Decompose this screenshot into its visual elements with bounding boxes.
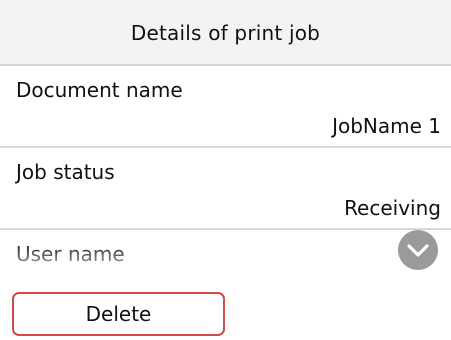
print-job-details-screen: Details of print job Document name JobNa… [0, 0, 451, 340]
page-title: Details of print job [130, 21, 321, 45]
detail-label: User name [16, 242, 125, 266]
chevron-down-icon [407, 244, 429, 257]
detail-row-document-name: Document name JobName 1 [0, 66, 451, 148]
detail-value: Receiving [344, 196, 441, 220]
detail-value: JobName 1 [332, 114, 441, 138]
detail-row-user-name: User name [0, 230, 451, 276]
footer: Delete [0, 278, 451, 340]
detail-label: Document name [16, 78, 183, 102]
delete-button[interactable]: Delete [12, 292, 225, 336]
title-bar: Details of print job [0, 0, 451, 66]
scroll-down-button[interactable] [398, 230, 438, 270]
detail-row-job-status: Job status Receiving [0, 148, 451, 230]
detail-label: Job status [16, 160, 115, 184]
